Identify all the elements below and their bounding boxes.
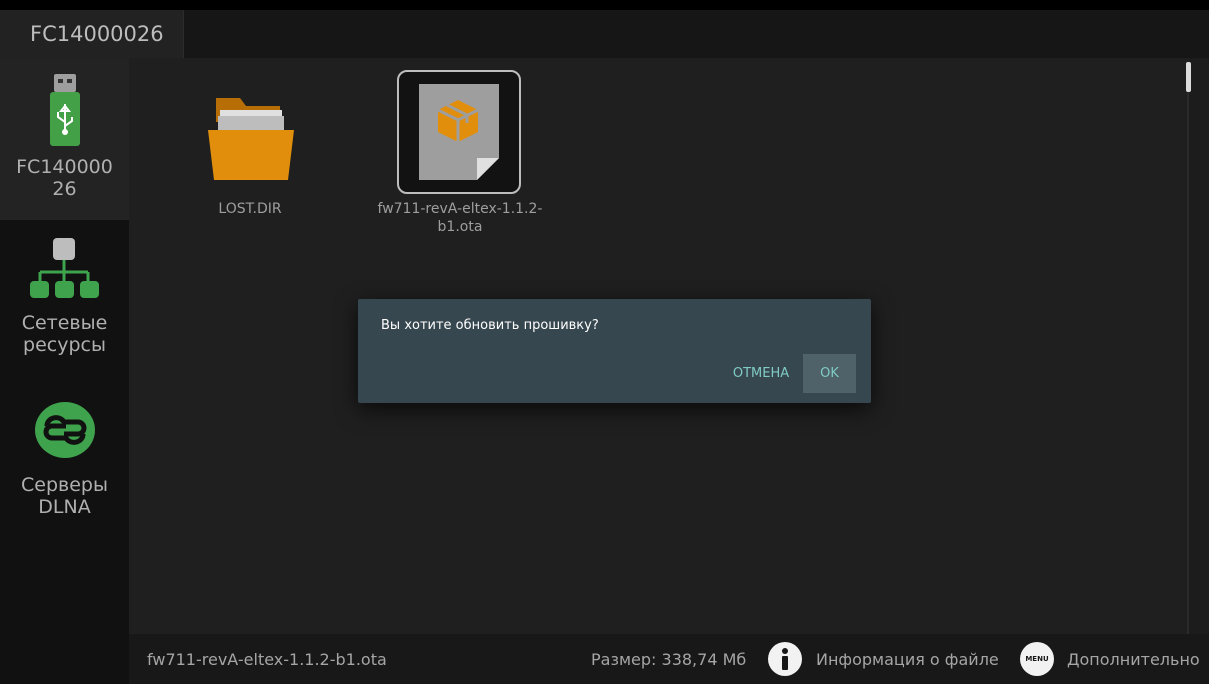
cancel-button[interactable]: ОТМЕНА [730, 354, 792, 393]
sidebar-item-label: FC140000 26 [16, 156, 113, 200]
device-tab[interactable]: FC14000026 [0, 10, 184, 58]
file-size: Размер: 338,74 Мб [591, 650, 747, 669]
screen: FC14000026 FC140000 26 Сетевые ресурсы С… [0, 10, 1209, 684]
menu-badge-text: MENU [1025, 655, 1049, 663]
bottom-status-bar: fw711-revA-eltex-1.1.2-b1.ota Размер: 33… [129, 634, 1209, 684]
sidebar-item-label: Серверы DLNA [21, 474, 108, 518]
top-bar: FC14000026 [0, 10, 1209, 58]
network-icon [29, 238, 99, 298]
usb-drive-icon [49, 74, 80, 146]
dlna-icon [34, 402, 95, 458]
ok-button[interactable]: OK [803, 354, 856, 393]
sidebar: FC140000 26 Сетевые ресурсы Серверы DLNA [0, 58, 129, 684]
selected-file-name: fw711-revA-eltex-1.1.2-b1.ota [147, 650, 387, 669]
package-file-icon [419, 84, 499, 180]
file-info-label[interactable]: Информация о файле [816, 634, 999, 684]
sidebar-item-dlna[interactable]: Серверы DLNA [0, 400, 129, 560]
folder-icon [208, 98, 294, 180]
sidebar-item-label: Сетевые ресурсы [21, 312, 108, 356]
file-name-label: fw711-revA-eltex-1.1.2- b1.ota [377, 201, 543, 235]
scrollbar-track [1187, 68, 1189, 634]
file-tile-lost-dir[interactable] [200, 80, 300, 220]
file-tile-firmware-selected[interactable] [397, 70, 521, 194]
sidebar-item-network[interactable]: Сетевые ресурсы [0, 236, 129, 396]
confirm-firmware-update-dialog: Вы хотите обновить прошивку? ОТМЕНА OK [358, 299, 871, 403]
file-name-label: LOST.DIR [218, 201, 282, 217]
dialog-message: Вы хотите обновить прошивку? [381, 318, 599, 333]
sidebar-item-usb[interactable]: FC140000 26 [0, 58, 129, 220]
scrollbar-thumb[interactable] [1186, 62, 1191, 92]
menu-icon[interactable]: MENU [1020, 642, 1054, 676]
info-icon[interactable] [768, 642, 802, 676]
more-options-label[interactable]: Дополнительно [1067, 634, 1200, 684]
